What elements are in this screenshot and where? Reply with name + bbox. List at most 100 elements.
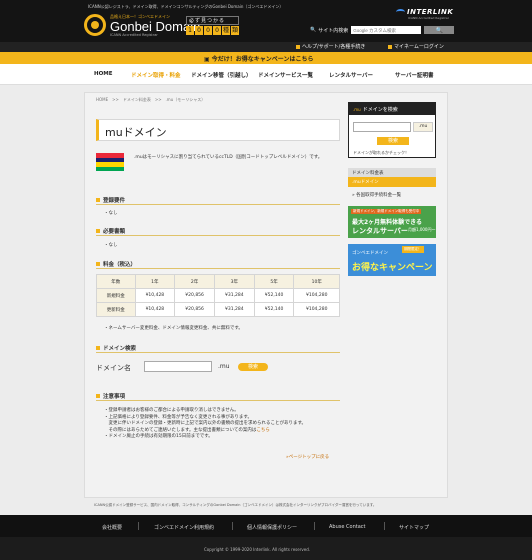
count-digit: 0	[195, 26, 203, 35]
price-cell: ¥20,856	[174, 288, 215, 303]
mypage-link-label: マイネームーログイン	[394, 44, 444, 50]
mypage-link[interactable]: マイネームーログイン	[388, 43, 444, 50]
price-note: ・ネームサーバー変更料金、ドメイン情報変更料金、共に無料です。	[104, 326, 243, 331]
sidebar-search-input[interactable]	[353, 122, 411, 132]
section-divider	[96, 400, 340, 401]
documents-text: ・なし	[104, 243, 118, 248]
section-divider	[96, 235, 340, 236]
footer-description: ICANN公認ドメイン登録サービス、国内ドメイン取得、コンサルティングのGonb…	[94, 503, 377, 507]
nav-home[interactable]: HOME	[94, 71, 113, 77]
price-cell: ¥52,140	[253, 302, 295, 317]
section-heading-requirements: 登録要件	[96, 196, 125, 204]
footer-link-terms[interactable]: ゴンベエドメイン利用規約	[154, 524, 214, 531]
row-label: 更新料金	[96, 302, 136, 317]
row-label: 新規料金	[96, 288, 136, 303]
site-logo[interactable]: 品格え日本一！ゴンベエドメイン Gonbei Domain ICANN Accr…	[84, 14, 200, 37]
sidebar-search-title: ドメインを検索	[362, 106, 398, 113]
section-divider	[96, 204, 340, 205]
header: ICANN公認レジストラ、ドメイン取得、ドメインコンサルティングのGonbei …	[0, 0, 532, 42]
banner-subheadline: レンタルサーバー	[352, 227, 408, 235]
footer-separator	[384, 522, 385, 530]
footer-link-sitemap[interactable]: サイトマップ	[399, 524, 429, 531]
domain-search-label: ドメイン名	[96, 364, 131, 372]
count-digits: 1 0 0 0 種 類	[186, 26, 239, 35]
table-header: 3年	[213, 274, 255, 289]
count-digit: 0	[213, 26, 221, 35]
footer-link-privacy[interactable]: 個人情報保護ポリシー	[247, 524, 297, 531]
sidebar-search-extension: .mu	[413, 122, 433, 132]
sidebar-list-header: ドメイン料金表	[348, 168, 436, 177]
utility-bar: ヘルプ/サポート/各種手続き マイネームーログイン	[0, 42, 532, 52]
domain-search-input[interactable]	[144, 361, 212, 372]
section-heading-fees: 料金（税込）	[96, 260, 136, 268]
banner-top-label: ゴンベエドメイン	[352, 251, 388, 256]
nav-domain-services[interactable]: ドメインサービス一覧	[258, 71, 313, 79]
sidebar-search-header: .mu ドメインを検索	[349, 103, 435, 115]
price-cell: ¥104,280	[293, 302, 340, 317]
interlink-brand[interactable]: INTERLINK ICANN Accredited Registrar	[396, 8, 453, 20]
notes-link[interactable]: こちら	[256, 428, 270, 433]
sidebar-search-hint: ドメインが取れるかチェック！	[353, 150, 409, 155]
domain-count-badge: 必ず見つかる 1 0 0 0 種 類	[186, 16, 239, 35]
banner-badge: 期間限定！	[402, 246, 424, 253]
price-table: 年数 1年 2年 3年 5年 10年 新規料金 ¥10,428 ¥20,856 …	[96, 274, 340, 317]
nav-domain-transfer[interactable]: ドメイン移管（引越し）	[191, 71, 252, 79]
count-badge-title: 必ず見つかる	[186, 16, 239, 25]
section-heading-documents: 必要書類	[96, 227, 125, 235]
price-cell: ¥31,284	[213, 288, 255, 303]
rental-server-banner[interactable]: 新規ドメイン、新規ドメイン取得も受付中 最大2ヶ月無料体験できる レンタルサーバ…	[348, 206, 436, 238]
table-row: 新規料金 ¥10,428 ¥20,856 ¥31,284 ¥52,140 ¥10…	[96, 288, 340, 303]
domain-search-button[interactable]: 検索	[238, 363, 268, 371]
sidebar-search-button[interactable]: 検索	[377, 137, 409, 145]
banner-headline: お得なキャンペーン	[352, 263, 433, 273]
site-search-label-text: サイト内検索	[318, 27, 349, 34]
help-link[interactable]: ヘルプ/サポート/各種手続き	[296, 43, 365, 50]
footer-separator	[138, 522, 139, 530]
site-search-input[interactable]	[351, 26, 422, 34]
note-text: その際にはあらためてご連絡いたします。主な提出書類についての案内は	[104, 427, 257, 433]
notes-list: ・登録申請者はお客様のご都合による申請取り消しはできません。 ・上記価格により登…	[104, 408, 306, 441]
campaign-icon: ▣	[204, 56, 212, 63]
section-heading-domain-search: ドメイン検索	[96, 344, 136, 352]
footer-separator	[314, 522, 315, 530]
nav-rental-server[interactable]: レンタルサーバー	[329, 71, 373, 79]
mauritius-flag	[96, 153, 124, 171]
count-digit: 0	[204, 26, 212, 35]
banner-price: 月額1,000円～	[408, 227, 436, 232]
sidebar-domain-search: .mu ドメインを検索 .mu 検索 ドメインが取れるかチェック！	[348, 102, 436, 158]
sidebar-item-country-list[interactable]: » 各国取得手続料金一覧	[348, 190, 436, 200]
price-cell: ¥52,140	[253, 288, 295, 303]
brand-subtitle: ICANN Accredited Registrar	[408, 16, 449, 20]
nav-domain-pricing[interactable]: ドメイン取得・料金	[131, 71, 181, 79]
banner-top-label: 新規ドメイン、新規ドメイン取得も受付中	[351, 209, 422, 214]
count-digit: 類	[231, 26, 239, 35]
help-link-label: ヘルプ/サポート/各種手続き	[302, 44, 366, 50]
footer-nav: 会社概要 ゴンベエドメイン利用規約 個人情報保護ポリシー Abuse Conta…	[0, 515, 532, 537]
table-row: 更新料金 ¥10,428 ¥20,856 ¥31,284 ¥52,140 ¥10…	[96, 302, 340, 317]
table-header: 1年	[134, 274, 176, 289]
page-title: muドメイン	[105, 126, 167, 139]
price-table-header-row: 年数 1年 2年 3年 5年 10年	[96, 274, 340, 289]
campaign-banner[interactable]: 期間限定！ ゴンベエドメイン お得なキャンペーン	[348, 244, 436, 276]
square-bullet-icon	[388, 44, 392, 49]
page-top-link[interactable]: »ページトップに戻る	[286, 454, 329, 460]
price-cell: ¥10,428	[134, 288, 176, 303]
price-cell: ¥31,284	[213, 302, 255, 317]
requirements-text: ・なし	[104, 211, 118, 216]
table-header: 年数	[96, 274, 136, 289]
footer-link-company[interactable]: 会社概要	[102, 524, 122, 531]
page-intro: .muはモーリシャスに割り当てられているccTLD（国別コードトップレベルドメイ…	[134, 155, 323, 160]
sidebar-item-mu[interactable]: .muドメイン	[348, 177, 436, 187]
site-search-label: 🔍 サイト内検索	[310, 27, 348, 34]
site-search-button[interactable]: 🔍	[424, 26, 455, 34]
footer-link-abuse[interactable]: Abuse Contact	[329, 524, 366, 530]
nav-server-certificate[interactable]: サーバー証明書	[395, 71, 433, 79]
count-digit: 1	[186, 26, 194, 35]
site-search: 🔍 サイト内検索 🔍	[310, 26, 455, 34]
price-cell: ¥104,280	[293, 288, 340, 303]
campaign-link[interactable]: ▣ 今だけ！お得なキャンペーンはこちら	[204, 54, 313, 63]
section-divider	[96, 352, 340, 353]
campaign-bar[interactable]: ▣ 今だけ！お得なキャンペーンはこちら	[0, 52, 532, 64]
copyright-bar: Copyright © 1999-2020 Interlink. All rig…	[0, 537, 532, 560]
breadcrumb[interactable]: HOME >> ドメイン料金表 >> .mu（モーリシャス）	[96, 97, 205, 103]
